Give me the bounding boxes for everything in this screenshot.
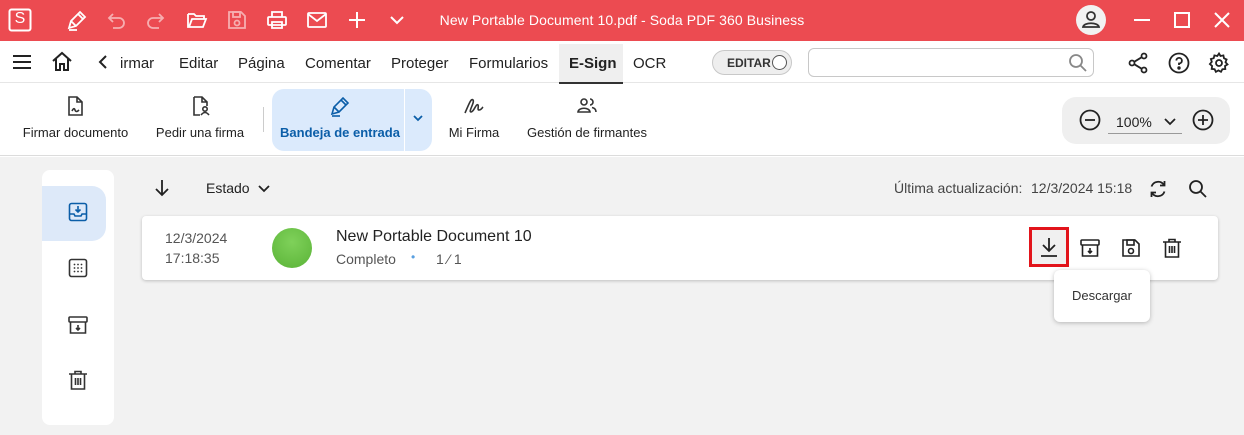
refresh-icon[interactable] (1146, 177, 1170, 201)
tab-firmar[interactable]: irmar (120, 55, 154, 72)
signature-count: 1 ⁄ 1 (436, 251, 462, 267)
row-save-icon (1122, 239, 1140, 257)
inbox-pen-icon (328, 94, 352, 118)
close-icon[interactable] (1210, 8, 1234, 32)
ribbon-divider (263, 107, 264, 132)
sign-document-icon (63, 94, 87, 118)
document-time: 17:18:35 (165, 250, 220, 266)
sign-document-label: Firmar documento (22, 125, 129, 140)
window-title: New Portable Document 10.pdf - Soda PDF … (439, 12, 805, 28)
document-name[interactable]: New Portable Document 10 (336, 228, 532, 246)
home-icon[interactable] (50, 50, 74, 74)
sort-direction-icon[interactable] (150, 176, 174, 200)
gear-icon[interactable] (1207, 51, 1231, 75)
maximize-icon[interactable] (1170, 8, 1194, 32)
tab-esign[interactable]: E-Sign (569, 55, 617, 72)
tooltip-text: Descargar (1072, 288, 1132, 303)
save-button[interactable] (1119, 236, 1143, 260)
tab-proteger[interactable]: Proteger (391, 55, 449, 72)
sidebar-item-trash[interactable] (66, 368, 90, 392)
inbox-dropdown-icon[interactable] (410, 110, 426, 126)
sidebar-item-drafts[interactable] (66, 256, 90, 280)
inbox-label: Bandeja de entrada (280, 125, 400, 140)
my-signature-label: Mi Firma (448, 125, 500, 140)
tab-ocr[interactable]: OCR (633, 55, 666, 72)
download-icon (1037, 235, 1061, 259)
document-date: 12/3/2024 (165, 230, 228, 246)
status-separator: • (411, 250, 416, 264)
list-search-icon[interactable] (1186, 177, 1210, 201)
sidebar-item-archive[interactable] (66, 313, 90, 337)
trash-icon (69, 370, 87, 390)
zoom-in-icon[interactable] (1191, 108, 1215, 132)
help-icon[interactable] (1167, 51, 1191, 75)
request-signature-label: Pedir una firma (155, 125, 245, 140)
dotted-grid-icon (68, 258, 88, 278)
user-icon[interactable] (1076, 5, 1106, 35)
sort-field-dropdown[interactable]: Estado (206, 180, 250, 196)
inbox-tray-icon (68, 202, 88, 222)
sidebar-item-inbox[interactable] (66, 200, 90, 224)
tab-comentar[interactable]: Comentar (305, 55, 371, 72)
edit-mode-label: EDITAR (727, 56, 771, 70)
search-icon[interactable] (1067, 52, 1089, 74)
tab-formularios[interactable]: Formularios (469, 55, 548, 72)
signature-icon (462, 94, 486, 118)
row-archive-icon (1080, 239, 1100, 257)
zoom-value: 100% (1116, 114, 1152, 130)
zoom-out-icon[interactable] (1078, 108, 1102, 132)
inbox-button[interactable]: Bandeja de entrada (272, 84, 408, 156)
sort-field-chevron-icon[interactable] (256, 180, 272, 196)
tab-editar[interactable]: Editar (179, 55, 218, 72)
row-trash-icon (1163, 238, 1181, 258)
archive-button[interactable] (1078, 236, 1102, 260)
request-signature-icon (188, 94, 212, 118)
tab-pagina[interactable]: Página (238, 55, 285, 72)
edit-mode-toggle[interactable]: EDITAR (712, 50, 792, 75)
download-button[interactable] (1029, 227, 1069, 267)
minimize-icon[interactable] (1130, 8, 1154, 32)
document-status: Completo (336, 251, 396, 267)
status-indicator (272, 228, 312, 268)
users-icon (575, 94, 599, 118)
zoom-dropdown-icon (1162, 113, 1178, 129)
last-update-label: Última actualización: (894, 180, 1023, 196)
request-signature-button[interactable]: Pedir una firma (150, 84, 250, 156)
manage-signers-label: Gestión de firmantes (527, 125, 647, 140)
archive-icon (68, 316, 88, 334)
toggle-knob-icon (772, 55, 787, 70)
title-bar: S New Portable Document 10.pdf - Soda PD… (0, 0, 1244, 41)
sign-document-button[interactable]: Firmar documento (18, 84, 133, 156)
delete-button[interactable] (1160, 236, 1184, 260)
manage-signers-button[interactable]: Gestión de firmantes (522, 84, 652, 156)
my-signature-button[interactable]: Mi Firma (440, 84, 508, 156)
tabs-scroll-left-icon[interactable] (92, 50, 116, 74)
last-update-value: 12/3/2024 15:18 (1031, 180, 1133, 196)
search-input[interactable] (808, 48, 1094, 77)
zoom-select[interactable]: 100% (1108, 108, 1182, 134)
sort-field-label: Estado (206, 180, 250, 196)
hamburger-menu-icon[interactable] (10, 50, 34, 74)
download-tooltip: Descargar (1054, 270, 1150, 322)
share-icon[interactable] (1126, 51, 1150, 75)
